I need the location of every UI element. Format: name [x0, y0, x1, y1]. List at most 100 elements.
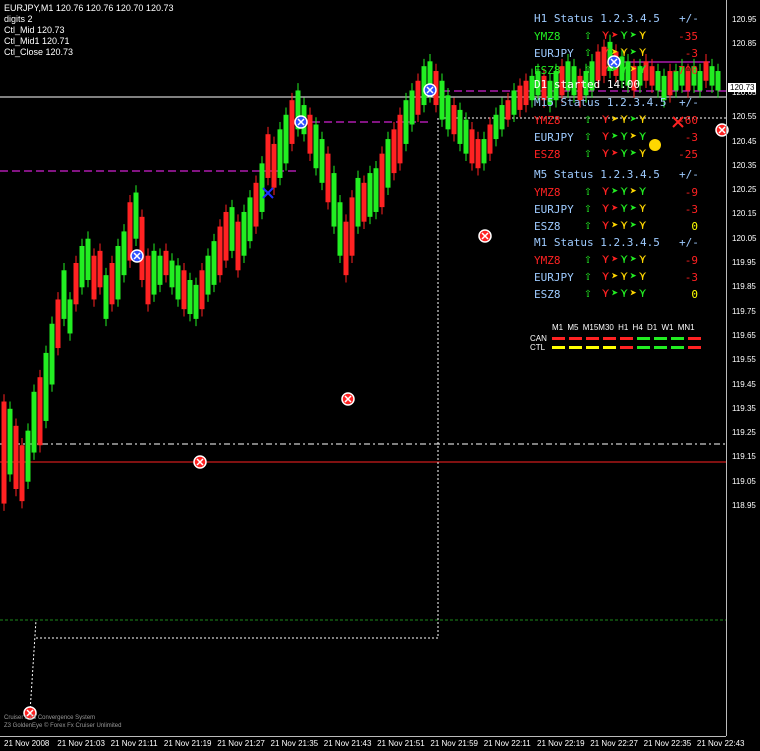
- candle: [397, 114, 403, 164]
- time-label: 21 Nov 21:51: [377, 739, 425, 748]
- signal-arrow-icon: ⋎: [602, 28, 612, 42]
- candle: [55, 299, 61, 349]
- candle: [337, 202, 343, 256]
- info-line: Ctl_Mid 120.73: [4, 25, 65, 35]
- trend-bar: [569, 337, 582, 340]
- signal-arrow-icon: ➤: [629, 129, 639, 143]
- timeframe-header: M1 M5 M15M30 H1 H4 D1 W1 MN1: [552, 323, 695, 332]
- status-row: YMZ8 ⇧ ⋎➤⋎➤⋎ -9: [534, 184, 704, 201]
- price-label: 120.85: [732, 39, 757, 49]
- candle: [241, 211, 247, 256]
- candle: [97, 250, 103, 288]
- signal-arrow-icon: ⋎: [620, 62, 630, 76]
- status-value: -9: [684, 254, 698, 267]
- signal-arrows: ⋎➤⋎➤⋎: [602, 28, 648, 42]
- candle: [109, 263, 115, 305]
- candle: [355, 177, 361, 227]
- candle: [403, 100, 409, 144]
- price-label: 120.25: [732, 185, 757, 195]
- up-arrow-icon: ⇧: [584, 28, 592, 43]
- d1-started-label: D1 started 14:00: [534, 78, 640, 91]
- candle: [343, 221, 349, 276]
- candle: [391, 129, 397, 174]
- status-value: -3: [684, 203, 698, 216]
- signal-arrows: ⋎➤⋎➤⋎: [602, 112, 648, 126]
- status-row: YMZ8 ⇧ ⋎➤⋎➤⋎ -60: [534, 112, 704, 129]
- price-axis[interactable]: [726, 0, 760, 736]
- signal-arrow-icon: ⋎: [620, 184, 630, 198]
- trend-bar: [552, 346, 565, 349]
- signal-arrow-icon: ⋎: [638, 129, 649, 143]
- candle: [517, 85, 523, 110]
- candle: [205, 255, 211, 295]
- candle: [319, 139, 325, 183]
- candle: [43, 352, 49, 421]
- footer-credits: Cruiser's Z3 Convergence System Z3 Golde…: [4, 714, 121, 730]
- tf-label: M15: [582, 323, 599, 332]
- candle: [169, 260, 175, 288]
- status-row: ESZ8 ⇧ ⋎➤⋎➤⋎ -700: [534, 62, 704, 79]
- status-row: ESZ8 ⇧ ⋎➤⋎➤⋎ -25: [534, 146, 704, 163]
- tf-label: M1: [552, 323, 564, 332]
- candle: [523, 80, 529, 106]
- signal-arrow-icon: ⋎: [620, 112, 630, 126]
- trend-bar: [620, 346, 633, 349]
- status-symbol: ESZ8: [534, 64, 561, 77]
- signal-arrow-icon: ⋎: [602, 112, 612, 126]
- signal-arrow-icon: ⋎: [638, 146, 649, 160]
- trend-bar: [603, 346, 616, 349]
- signal-arrow-icon: ➤: [629, 62, 639, 76]
- candle: [409, 90, 415, 125]
- candle: [283, 114, 289, 164]
- up-arrow-icon: ⇧: [584, 286, 592, 301]
- price-label: 119.55: [732, 355, 756, 365]
- candle: [121, 231, 127, 276]
- time-label: 21 Nov 21:35: [270, 739, 319, 748]
- price-label: 120.35: [732, 160, 757, 170]
- status-row: ESZ8 ⇧ ⋎➤⋎➤⋎ 0: [534, 286, 704, 303]
- signal-arrow-icon: ⋎: [638, 184, 649, 198]
- signal-arrow-icon: ⋎: [620, 252, 630, 266]
- candle: [487, 124, 493, 154]
- signal-arrow-icon: ➤: [629, 28, 639, 42]
- signal-arrow-icon: ⋎: [602, 218, 612, 232]
- candle: [175, 265, 181, 300]
- trend-bar: [603, 337, 616, 340]
- status-title: M1 Status 1.2.3.4.5: [534, 236, 660, 249]
- candle: [415, 80, 421, 115]
- signal-arrow-icon: ⋎: [638, 62, 649, 76]
- status-row: EURJPY ⇧ ⋎➤⋎➤⋎ -3: [534, 129, 704, 146]
- trend-bar: [671, 346, 684, 349]
- signal-arrow-icon: ➤: [629, 184, 639, 198]
- status-value: 0: [691, 288, 698, 301]
- signal-arrow-icon: ⋎: [620, 28, 630, 42]
- price-label: 120.45: [732, 136, 757, 146]
- candle: [499, 105, 505, 130]
- candle: [91, 255, 97, 300]
- tf-label: M30: [598, 323, 614, 332]
- time-label: 21 Nov 22:11: [483, 739, 531, 748]
- candle: [445, 95, 451, 130]
- status-symbol: YMZ8: [534, 30, 561, 43]
- up-arrow-icon: ⇧: [584, 129, 592, 144]
- trend-bar: [654, 346, 667, 349]
- candle: [229, 207, 235, 251]
- up-arrow-icon: ⇧: [584, 146, 592, 161]
- price-label: 118.95: [732, 501, 756, 510]
- info-line: Ctl_Close 120.73: [4, 47, 74, 57]
- time-label: 21 Nov 21:43: [323, 739, 372, 748]
- status-header: M1 Status 1.2.3.4.5 +/-: [534, 236, 699, 249]
- price-label: 120.05: [732, 233, 757, 243]
- time-label: 21 Nov 21:59: [430, 739, 478, 748]
- status-value: -60: [678, 114, 698, 127]
- time-label: 21 Nov 2008: [4, 739, 50, 748]
- chart-window[interactable]: EURJPY,M1 120.76 120.76 120.70 120.73 di…: [0, 0, 760, 750]
- status-symbol: EURJPY: [534, 271, 574, 284]
- signal-arrow-icon: ➤: [629, 112, 639, 126]
- status-row: YMZ8 ⇧ ⋎➤⋎➤⋎ -9: [534, 252, 704, 269]
- current-price-label: 120.73: [728, 83, 757, 92]
- up-arrow-icon: ⇧: [584, 218, 592, 233]
- signal-arrow-icon: ⋎: [602, 201, 612, 215]
- candle: [133, 192, 139, 239]
- signal-arrow-icon: ⋎: [620, 269, 630, 283]
